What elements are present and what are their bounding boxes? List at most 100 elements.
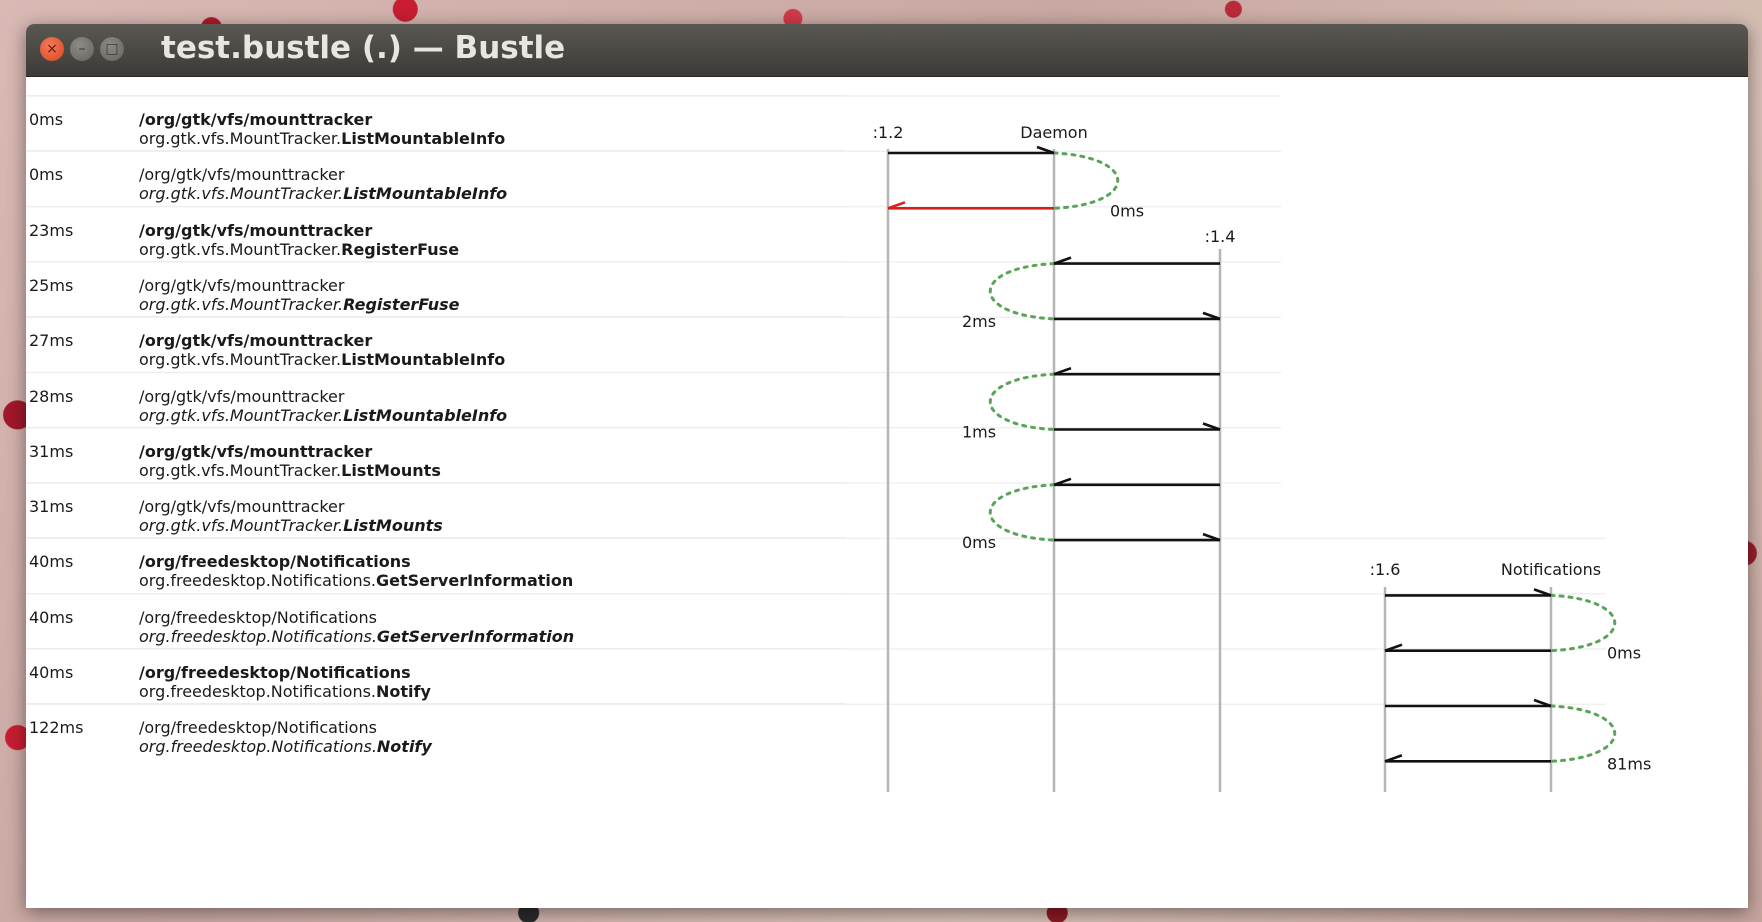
arrow-head [887,201,906,210]
arrow-head [1053,256,1072,265]
object-path: /org/freedesktop/Notifications [139,607,377,627]
message-row[interactable]: 122ms/org/freedesktop/Notifications org.f… [26,703,846,759]
message-row[interactable]: 40ms/org/freedesktop/Notifications org.fr… [26,537,846,593]
message-arrow [1384,643,1551,653]
lifeline-label: :1.6 [1370,560,1401,579]
message-timestamp: 31ms [29,497,74,517]
object-path: /org/gtk/vfs/mounttracker [139,275,345,295]
object-path: /org/gtk/vfs/mounttracker [139,220,373,240]
content-area: :1.2 Daemon:1.4:1.6 Notifications 0ms 2ms 1ms… [26,77,1748,908]
message-row[interactable]: 28ms/org/gtk/vfs/mounttracker org.gtk.vfs… [26,371,846,428]
message-arrow [1054,532,1221,542]
method-name: ListMountableInfo [343,184,508,204]
message-timestamp: 122ms [29,718,84,738]
message-row[interactable]: 40ms/org/freedesktop/Notifications org.fr… [26,648,846,704]
member-name: org.gtk.vfs.MountTracker.ListMountableIn… [139,350,505,369]
duration-label: 2ms [962,312,996,331]
interface-name: org.freedesktop.Notifications. [139,737,377,757]
message-arrows [887,145,1552,763]
duration-curve [1549,704,1616,763]
message-timestamp: 31ms [29,441,74,461]
lifelines [886,149,1553,792]
message-row[interactable]: 23ms/org/gtk/vfs/mounttracker org.gtk.vfs… [26,205,846,262]
message-list: 0ms/org/gtk/vfs/mounttracker org.gtk.vfs.… [26,77,856,908]
lifeline-label: Notifications [1501,560,1601,579]
interface-name: org.gtk.vfs.MountTracker. [139,460,342,480]
close-icon: × [46,41,58,57]
message-arrow [1053,366,1220,376]
minimize-window-button[interactable]: – [70,37,94,61]
member-name: org.gtk.vfs.MountTracker.ListMounts [139,516,443,535]
interface-name: org.gtk.vfs.MountTracker. [139,129,342,148]
duration-curves [989,151,1616,763]
interface-name: org.gtk.vfs.MountTracker. [139,184,344,204]
method-name: RegisterFuse [341,239,460,259]
method-name: Notify [376,737,432,757]
method-name: GetServerInformation [376,626,575,646]
message-row[interactable]: 40ms/org/freedesktop/Notifications org.fr… [26,592,846,649]
object-path: /org/gtk/vfs/mounttracker [139,165,345,185]
interface-name: org.freedesktop.Notifications. [139,682,377,701]
method-name: Notify [376,682,431,701]
message-timestamp: 23ms [29,220,74,240]
arrow-head [1053,366,1072,376]
object-path: /org/gtk/vfs/mounttracker [139,110,373,129]
message-row[interactable]: 31ms/org/gtk/vfs/mounttracker org.gtk.vfs… [26,482,846,538]
message-timestamp: 25ms [29,275,74,295]
message-row[interactable]: 25ms/org/gtk/vfs/mounttracker org.gtk.vfs… [26,260,846,317]
message-arrow [1054,422,1221,431]
message-timestamp: 40ms [29,607,74,627]
method-name: ListMounts [341,460,441,480]
duration-curve [1052,151,1119,210]
message-row[interactable]: 0ms/org/gtk/vfs/mounttracker org.gtk.vfs.… [26,95,846,151]
member-name: org.freedesktop.Notifications.Notify [139,682,431,701]
lifeline-label: Daemon [1020,123,1087,142]
object-path: /org/gtk/vfs/mounttracker [139,441,373,461]
member-name: org.gtk.vfs.MountTracker.ListMountableIn… [139,406,507,425]
message-timestamp: 28ms [29,386,74,406]
duration-curve [989,483,1056,542]
message-timestamp: 27ms [29,331,74,351]
duration-curve [989,262,1056,321]
duration-label: 1ms [962,423,996,442]
duration-label: 0ms [962,533,996,552]
object-path: /org/gtk/vfs/mounttracker [139,386,345,406]
arrow-head [1036,145,1055,155]
member-name: org.gtk.vfs.MountTracker.ListMounts [139,461,441,480]
message-timestamp: 0ms [29,165,64,185]
title-bar[interactable]: × – □ test.bustle (.) — Bustle [26,24,1748,77]
member-name: org.gtk.vfs.MountTracker.RegisterFuse [139,240,459,259]
minimize-icon: – [78,41,86,57]
method-name: ListMountableInfo [341,129,506,148]
method-name: RegisterFuse [343,294,460,314]
member-name: org.freedesktop.Notifications.Notify [139,737,432,756]
message-row[interactable]: 27ms/org/gtk/vfs/mounttracker org.gtk.vfs… [26,316,846,372]
arrow-head [1533,588,1552,597]
method-name: ListMountableInfo [341,350,506,370]
arrow-head [1202,532,1221,542]
member-name: org.freedesktop.Notifications.GetServerI… [139,627,574,646]
interface-name: org.freedesktop.Notifications. [139,626,377,646]
object-path: /org/freedesktop/Notifications [139,663,411,682]
message-row[interactable]: 31ms/org/gtk/vfs/mounttracker org.gtk.vfs… [26,426,846,483]
diagram-labels: :1.2 Daemon:1.4:1.6 Notifications 0ms 2ms 1ms… [873,123,1652,773]
message-arrow [1053,256,1220,265]
message-arrow [1384,754,1551,763]
arrow-head [1202,422,1221,431]
member-name: org.gtk.vfs.MountTracker.RegisterFuse [139,295,459,314]
duration-curve [1549,593,1616,653]
maximize-window-button[interactable]: □ [100,37,124,61]
arrow-head [1053,477,1072,487]
interface-name: org.gtk.vfs.MountTracker. [139,405,344,425]
message-arrow [1385,698,1552,708]
arrow-head [1533,698,1552,708]
message-row[interactable]: 0ms/org/gtk/vfs/mounttracker org.gtk.vfs.… [26,150,846,206]
message-arrow [1053,477,1220,487]
message-timestamp: 40ms [29,663,74,682]
object-path: /org/gtk/vfs/mounttracker [139,331,373,351]
close-window-button[interactable]: × [40,37,64,61]
method-name: ListMounts [343,516,443,536]
bustle-window: × – □ test.bustle (.) — Bustle :1.2 Daemo… [26,24,1748,908]
lifeline-label: :1.2 [873,123,904,142]
duration-curve [989,372,1056,431]
